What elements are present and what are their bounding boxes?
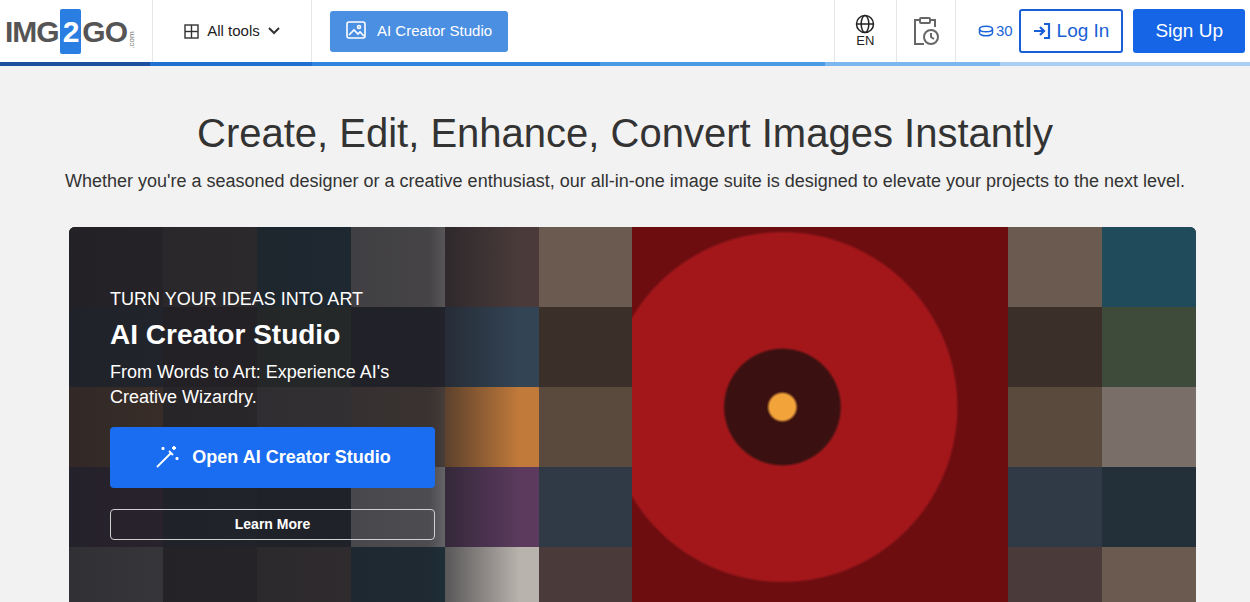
header-stripe — [0, 62, 1250, 66]
all-tools-dropdown[interactable]: All tools — [153, 0, 312, 62]
main-content: Create, Edit, Enhance, Convert Images In… — [0, 110, 1250, 602]
label: 30 — [996, 20, 1013, 43]
login-button[interactable]: Log In — [1019, 9, 1124, 53]
coin-stack-icon — [978, 25, 994, 37]
grid-icon — [184, 24, 199, 39]
logo-tld: .com — [126, 31, 138, 48]
clipboard-clock-icon — [912, 16, 940, 46]
all-tools-label: All tools — [207, 20, 260, 43]
logo[interactable]: IMG2GO.com — [0, 0, 153, 62]
globe-icon — [855, 14, 875, 34]
signup-button[interactable]: Sign Up — [1133, 9, 1245, 53]
hero-subtitle: Whether you're a seasoned designer or a … — [0, 168, 1250, 195]
banner-content: TURN YOUR IDEAS INTO ART AI Creator Stud… — [69, 227, 489, 540]
hero-title: Create, Edit, Enhance, Convert Images In… — [0, 110, 1250, 156]
ai-studio-banner: TURN YOUR IDEAS INTO ART AI Creator Stud… — [69, 227, 1196, 602]
history-button[interactable] — [896, 0, 956, 62]
chevron-down-icon — [268, 27, 280, 35]
banner-shade — [69, 227, 1196, 602]
magic-wand-icon — [154, 444, 180, 470]
label: Log In — [1057, 17, 1110, 46]
logo-digit: 2 — [60, 9, 82, 54]
label: AI Creator Studio — [377, 20, 492, 43]
language-selector[interactable]: EN — [834, 0, 896, 62]
learn-more-button[interactable]: Learn More — [110, 509, 435, 540]
login-arrow-icon — [1033, 22, 1051, 40]
language-label: EN — [856, 34, 874, 48]
header-right: EN 30 Log In Sign Up — [834, 0, 1250, 62]
logo-prefix: IMG — [5, 15, 59, 48]
top-navbar: IMG2GO.com All tools AI Creator Studio E… — [0, 0, 1250, 62]
open-studio-button[interactable]: Open AI Creator Studio — [110, 427, 435, 488]
ai-creator-button[interactable]: AI Creator Studio — [330, 11, 508, 52]
banner-text: From Words to Art: Experience AI's Creat… — [110, 360, 430, 410]
ai-image-icon — [346, 21, 368, 41]
banner-title: AI Creator Studio — [110, 317, 489, 352]
credits-counter[interactable]: 30 — [956, 0, 1019, 62]
logo-suffix: GO — [82, 15, 127, 48]
label: Open AI Creator Studio — [192, 444, 390, 471]
banner-eyebrow: TURN YOUR IDEAS INTO ART — [110, 289, 489, 311]
